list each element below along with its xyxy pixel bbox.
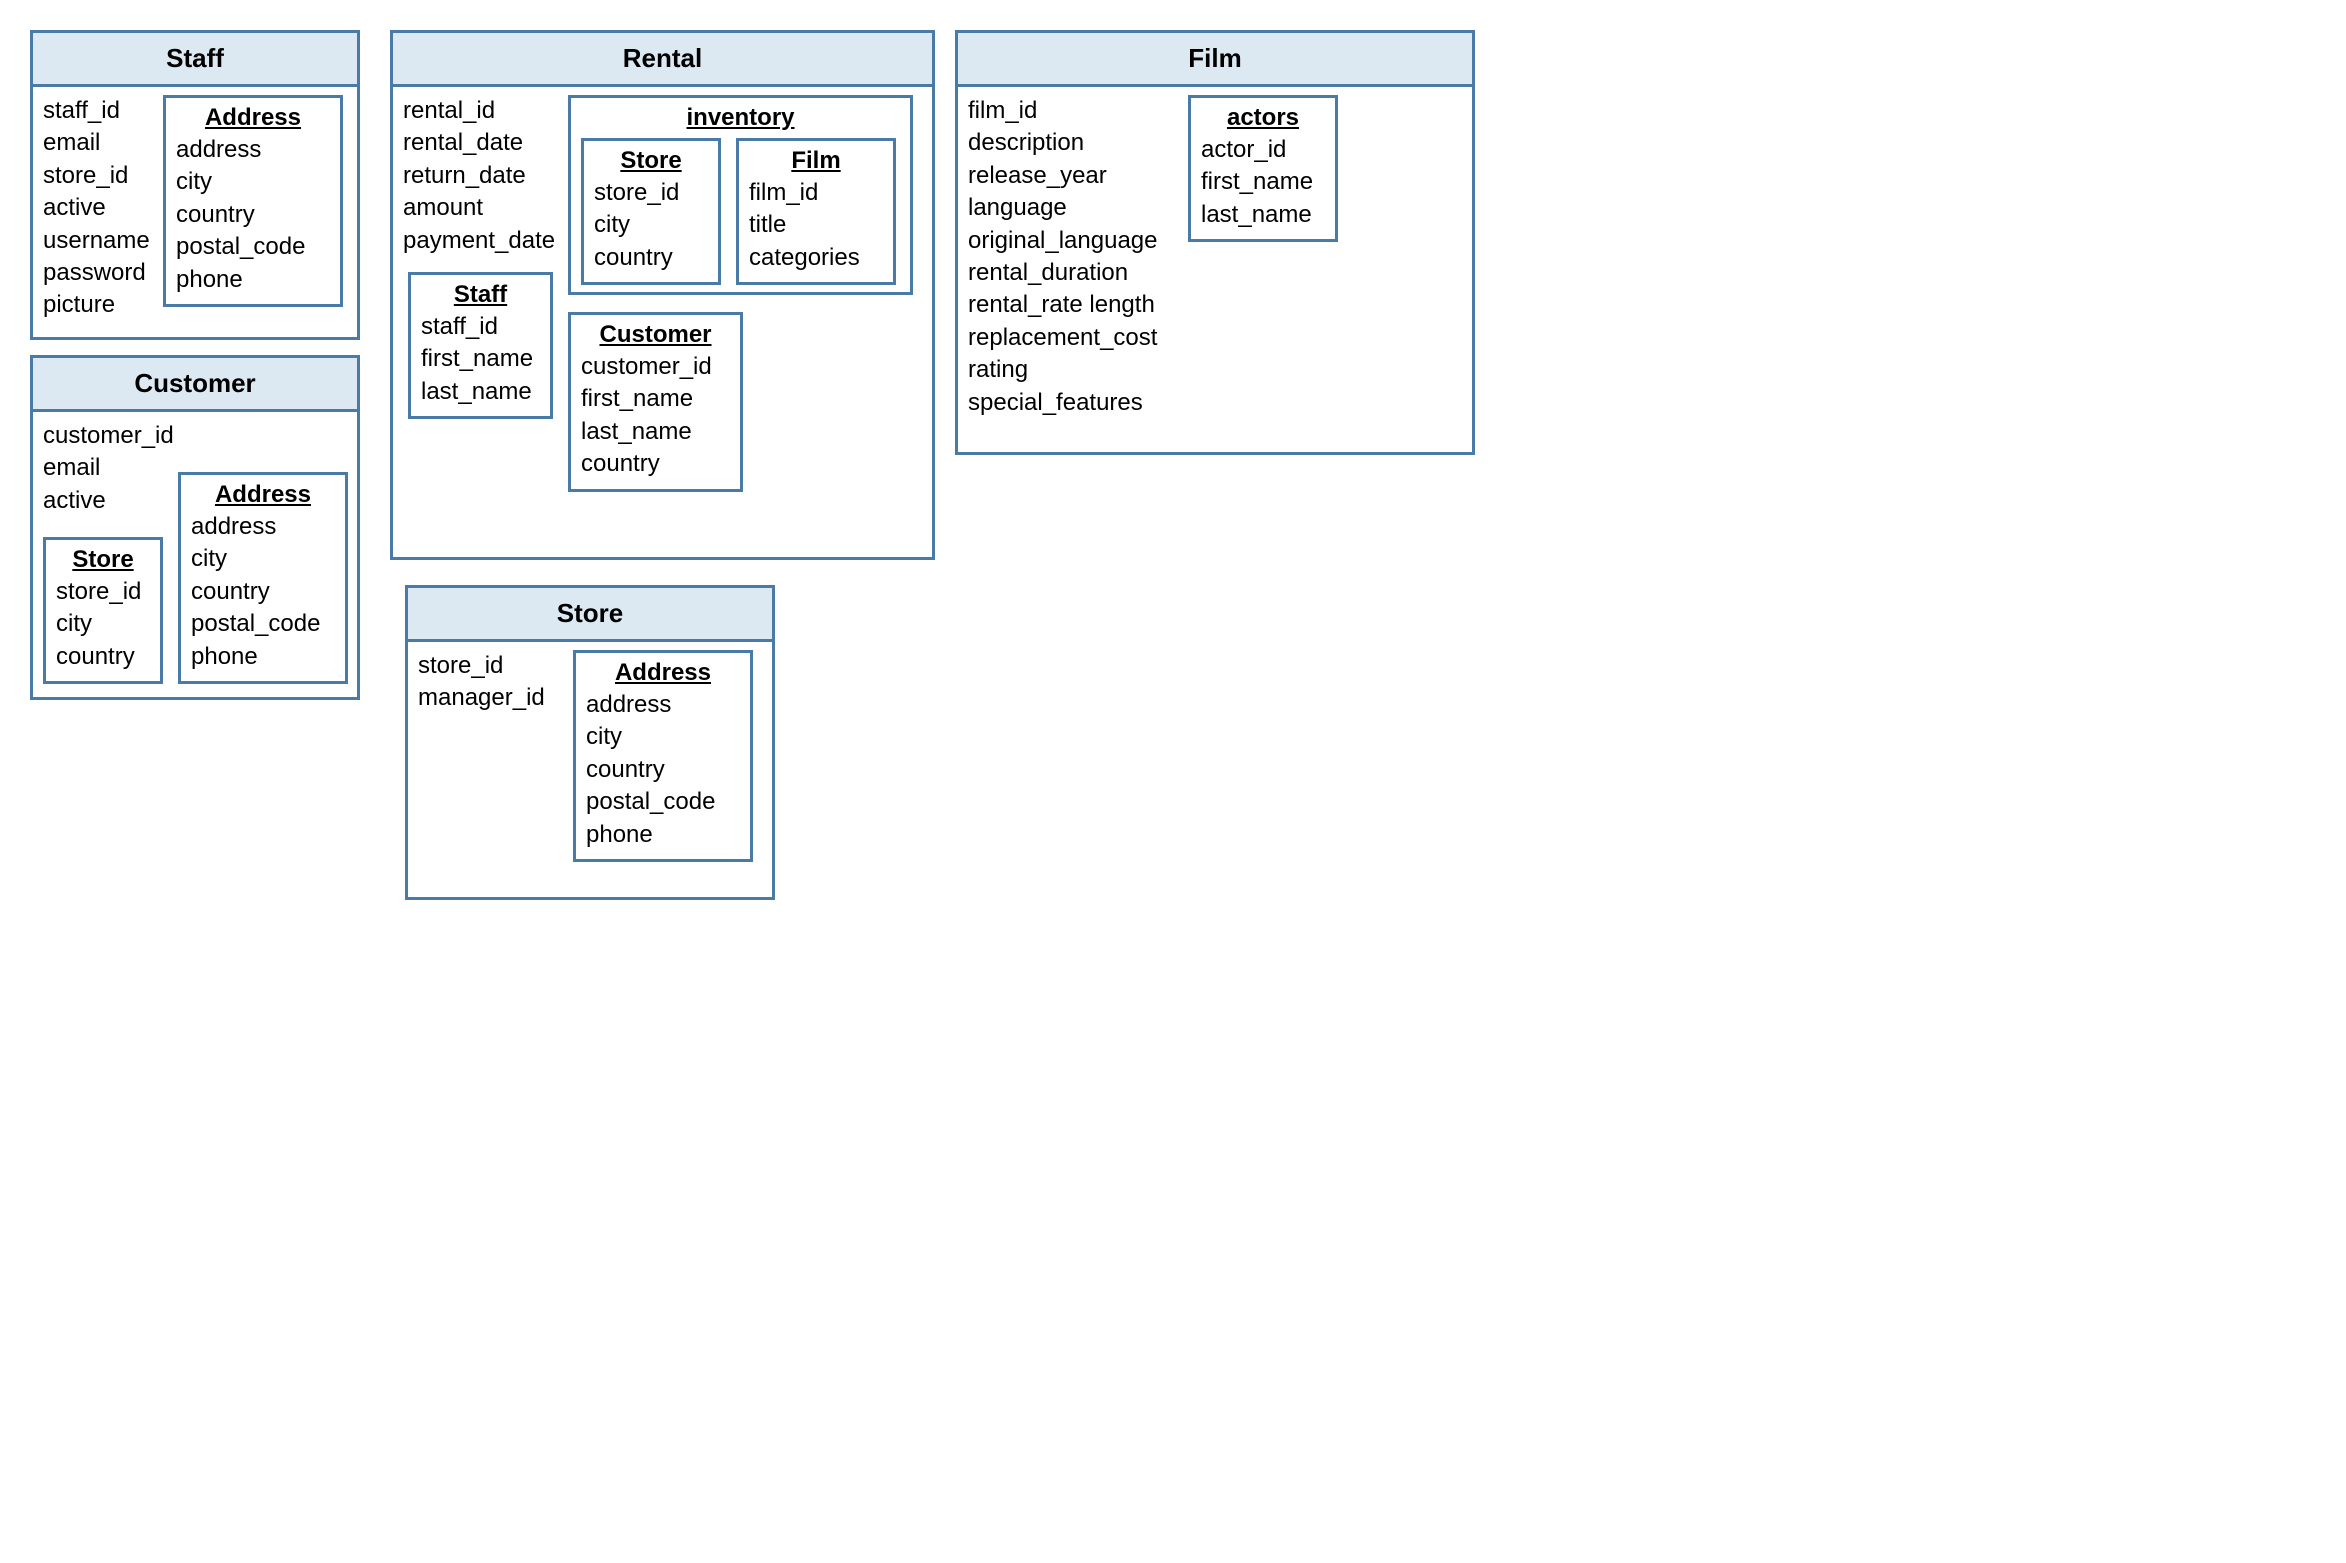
nested-title: Address xyxy=(191,481,335,509)
field: address xyxy=(586,689,740,721)
nested-inventory-film: Film film_id title categories xyxy=(736,138,896,285)
nested-title: Address xyxy=(586,659,740,687)
field: country xyxy=(586,754,740,786)
nested-rental-staff: Staff staff_id first_name last_name xyxy=(408,272,553,419)
entity-rental-title: Rental xyxy=(393,33,932,87)
nested-title: Film xyxy=(749,147,883,175)
field: staff_id xyxy=(421,311,540,343)
field: replacement_cost xyxy=(968,322,1462,354)
field: city xyxy=(594,209,708,241)
nested-rental-inventory: inventory Store store_id city country Fi… xyxy=(568,95,913,295)
entity-store-title: Store xyxy=(408,588,772,642)
field: country xyxy=(56,641,150,673)
field: store_id xyxy=(594,177,708,209)
field: store_id xyxy=(56,576,150,608)
field: city xyxy=(191,543,335,575)
entity-film-title: Film xyxy=(958,33,1472,87)
nested-title: Address xyxy=(176,104,330,132)
nested-title: Customer xyxy=(581,321,730,349)
nested-title: Store xyxy=(594,147,708,175)
field: postal_code xyxy=(176,231,330,263)
field: rating xyxy=(968,354,1462,386)
field: city xyxy=(176,166,330,198)
field: city xyxy=(56,608,150,640)
field: last_name xyxy=(581,416,730,448)
field: country xyxy=(594,242,708,274)
field: rental_duration xyxy=(968,257,1462,289)
field: last_name xyxy=(1201,199,1325,231)
field: actor_id xyxy=(1201,134,1325,166)
nested-title: actors xyxy=(1201,104,1325,132)
nested-customer-store: Store store_id city country xyxy=(43,537,163,684)
field: categories xyxy=(749,242,883,274)
field: last_name xyxy=(421,376,540,408)
field: country xyxy=(191,576,335,608)
nested-title: Store xyxy=(56,546,150,574)
field: country xyxy=(176,199,330,231)
entity-rental: Rental rental_id rental_date return_date… xyxy=(390,30,935,560)
field: address xyxy=(176,134,330,166)
field: country xyxy=(581,448,730,480)
nested-title: Staff xyxy=(421,281,540,309)
field: customer_id xyxy=(581,351,730,383)
entity-customer-title: Customer xyxy=(33,358,357,412)
field: first_name xyxy=(1201,166,1325,198)
field: film_id xyxy=(749,177,883,209)
field: phone xyxy=(586,819,740,851)
field: first_name xyxy=(581,383,730,415)
entity-film: Film film_id description release_year la… xyxy=(955,30,1475,455)
field: city xyxy=(586,721,740,753)
field: title xyxy=(749,209,883,241)
nested-staff-address: Address address city country postal_code… xyxy=(163,95,343,307)
field: address xyxy=(191,511,335,543)
field: customer_id xyxy=(43,420,347,452)
field: phone xyxy=(191,641,335,673)
entity-store: Store store_id manager_id Address addres… xyxy=(405,585,775,900)
nested-store-address: Address address city country postal_code… xyxy=(573,650,753,862)
field: first_name xyxy=(421,343,540,375)
nested-customer-address: Address address city country postal_code… xyxy=(178,472,348,684)
diagram-canvas: Staff staff_id email store_id active use… xyxy=(20,20,1520,1020)
nested-inventory-store: Store store_id city country xyxy=(581,138,721,285)
field: special_features xyxy=(968,387,1462,419)
field: rental_rate length xyxy=(968,289,1462,321)
field: postal_code xyxy=(586,786,740,818)
nested-rental-customer: Customer customer_id first_name last_nam… xyxy=(568,312,743,492)
entity-staff-title: Staff xyxy=(33,33,357,87)
entity-customer: Customer customer_id email active Store … xyxy=(30,355,360,700)
nested-film-actors: actors actor_id first_name last_name xyxy=(1188,95,1338,242)
nested-title: inventory xyxy=(581,104,900,132)
field: phone xyxy=(176,264,330,296)
field: postal_code xyxy=(191,608,335,640)
entity-staff: Staff staff_id email store_id active use… xyxy=(30,30,360,340)
